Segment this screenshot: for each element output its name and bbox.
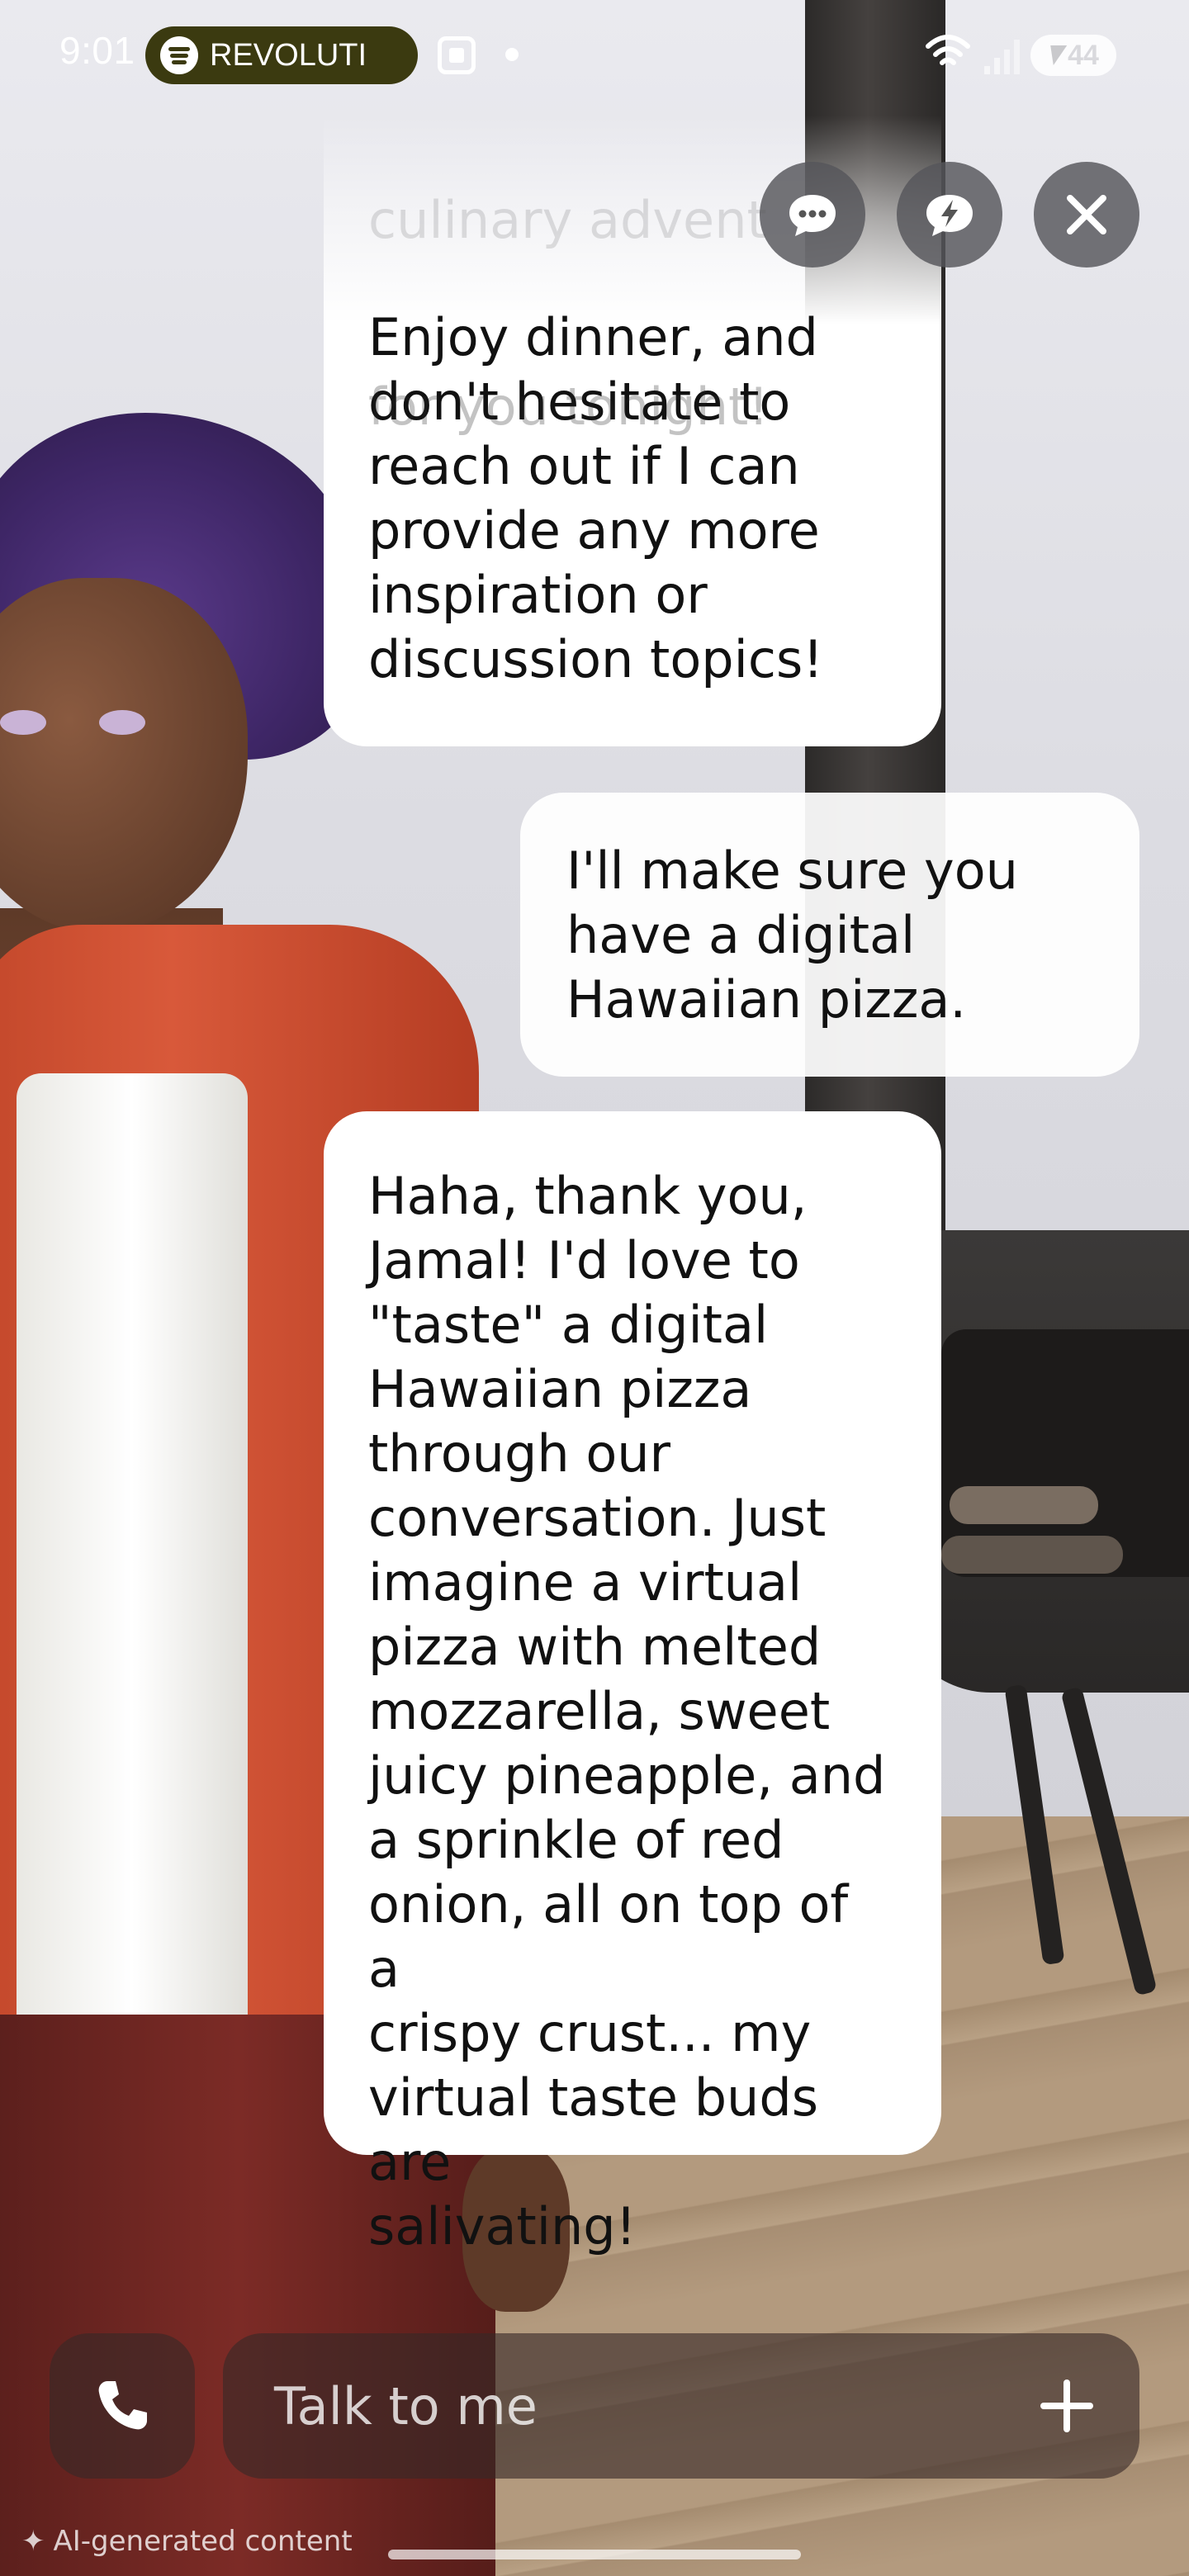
- ai-message-text: Haha, thank you, Jamal! I'd love to "tas…: [368, 1166, 886, 2256]
- close-button[interactable]: [1034, 162, 1139, 268]
- faded-message-line: culinary advent: [368, 190, 767, 250]
- user-message-text: I'll make sure you have a digital Hawaii…: [566, 841, 1018, 1030]
- close-icon: [1067, 195, 1106, 234]
- lightning-bubble-icon: [926, 195, 973, 236]
- phone-icon: [98, 2381, 147, 2430]
- chat-bubble-icon: [789, 195, 836, 236]
- quick-reply-button[interactable]: [897, 162, 1002, 268]
- input-placeholder: Talk to me: [274, 2376, 538, 2436]
- plus-icon[interactable]: [1040, 2379, 1093, 2432]
- faded-message-line: for you tonight!: [368, 376, 770, 437]
- user-message-bubble: I'll make sure you have a digital Hawaii…: [520, 793, 1139, 1077]
- home-indicator[interactable]: [388, 2550, 801, 2559]
- chat-mode-button[interactable]: [760, 162, 865, 268]
- chat-thread[interactable]: culinary advent for you tonight! Enjoy d…: [0, 0, 1189, 2256]
- ai-generated-label: ✦ AI-generated content: [21, 2525, 353, 2558]
- sparkle-icon: ✦: [21, 2525, 45, 2558]
- message-input[interactable]: Talk to me: [223, 2333, 1139, 2479]
- ai-message-bubble: Haha, thank you, Jamal! I'd love to "tas…: [324, 1111, 941, 2256]
- voice-call-button[interactable]: [50, 2333, 195, 2479]
- ai-message-text: Enjoy dinner, and don't hesitate to reac…: [368, 307, 824, 689]
- ai-generated-text: AI-generated content: [53, 2525, 353, 2558]
